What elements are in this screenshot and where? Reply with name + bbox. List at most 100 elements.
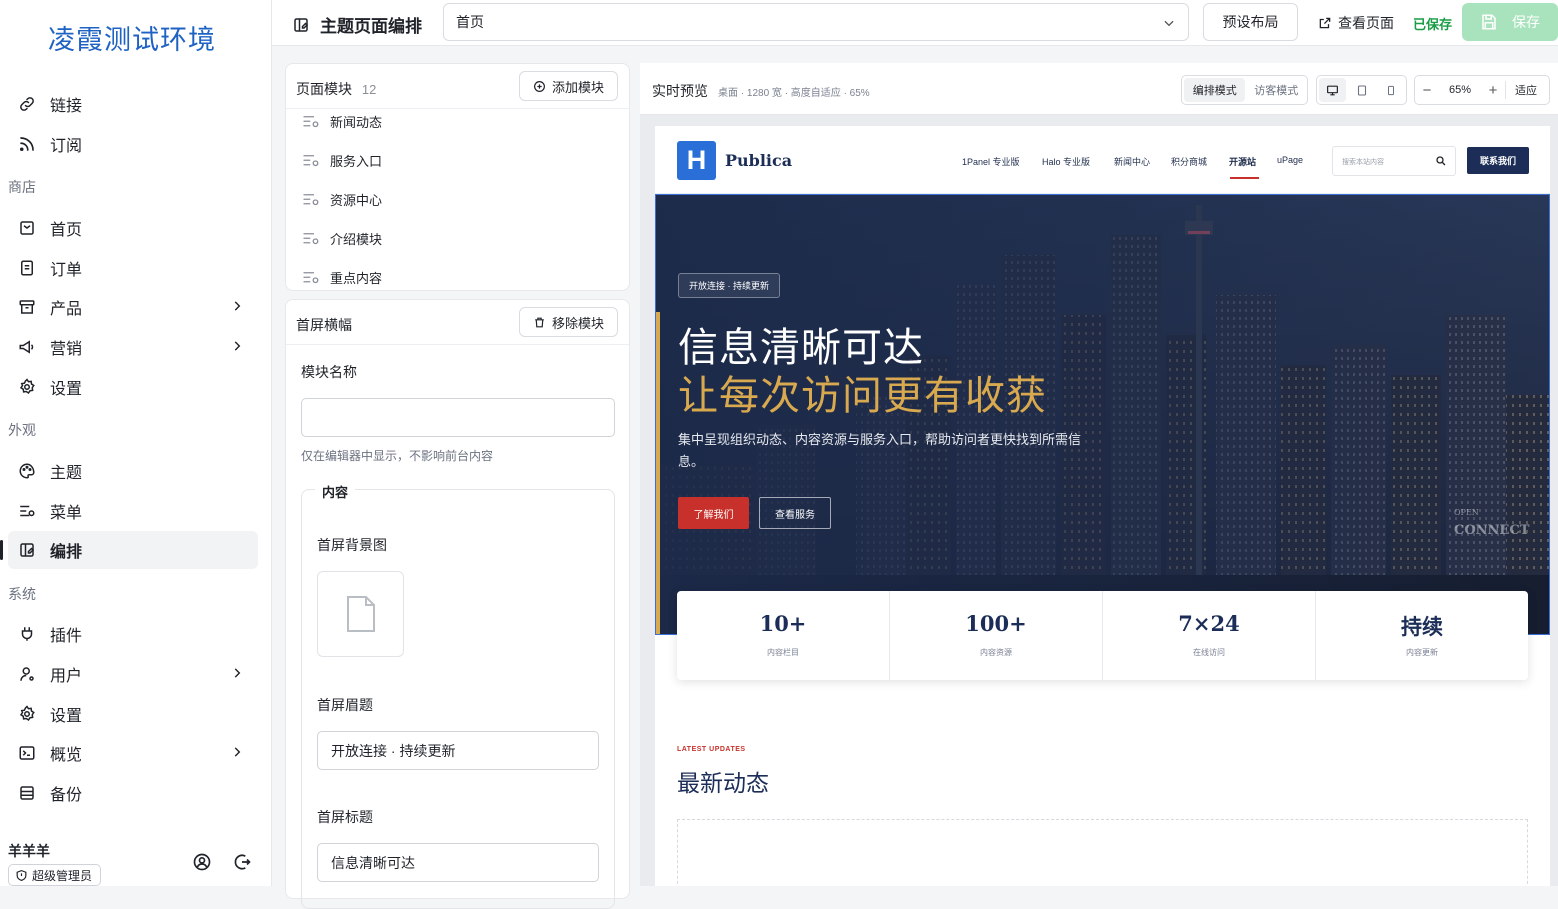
bg-image-picker[interactable] (317, 571, 404, 657)
sidebar-item-users[interactable]: 用户 (8, 655, 258, 693)
site-nav-link[interactable]: 1Panel 专业版 (962, 155, 1020, 168)
desktop-device-button[interactable] (1319, 78, 1346, 102)
hero-secondary-button[interactable]: 查看服务 (759, 497, 831, 529)
add-module-button[interactable]: 添加模块 (519, 71, 618, 101)
preview-meta: 桌面 · 1280 宽 · 高度自适应 · 65% (718, 88, 870, 99)
stat-item: 持续 内容更新 (1316, 591, 1528, 680)
preset-layout-button[interactable]: 预设布局 (1203, 3, 1298, 41)
hero-primary-button[interactable]: 了解我们 (678, 497, 749, 529)
zoom-in-button[interactable]: + (1481, 82, 1505, 99)
eyebrow-input[interactable]: 开放连接 · 持续更新 (317, 731, 599, 770)
zoom-out-button[interactable]: − (1415, 82, 1439, 99)
remove-module-button[interactable]: 移除模块 (519, 307, 618, 337)
site-nav-link[interactable]: uPage (1277, 155, 1303, 165)
sidebar-item-label: 插件 (50, 628, 83, 645)
sidebar-item-label: 营销 (50, 341, 83, 358)
sidebar-item-label: 用户 (50, 668, 83, 685)
stats-bar: 10+ 内容栏目 100+ 内容资源 7×24 在线访问 持续 内容更新 (677, 591, 1528, 680)
profile-button[interactable] (192, 852, 212, 872)
modules-panel: 页面模块 12 添加模块 新闻动态 服务入口 资源中心 介绍模块 重点内容 (285, 63, 630, 291)
sidebar-item-store-settings[interactable]: 设置 (8, 368, 258, 406)
sidebar-item-label: 设置 (50, 708, 83, 725)
sidebar-item-products[interactable]: 产品 (8, 288, 258, 326)
zoom-fit-button[interactable]: 适应 (1506, 82, 1546, 98)
stat-item: 100+ 内容资源 (890, 591, 1103, 680)
sidebar-item-backup[interactable]: 备份 (8, 774, 258, 812)
saved-status: 已保存 (1413, 17, 1453, 32)
site-nav-link[interactable]: 积分商城 (1171, 155, 1207, 168)
site-contact-button[interactable]: 联系我们 (1467, 147, 1529, 174)
module-item[interactable]: 服务入口 (302, 151, 382, 170)
sidebar-item-overview[interactable]: 概览 (8, 734, 258, 772)
sidebar-item-label: 订单 (50, 262, 83, 279)
site-nav-link-active[interactable]: 开源站 (1229, 155, 1256, 168)
link-icon (16, 93, 38, 115)
tablet-icon (1357, 84, 1366, 96)
sidebar-item-menus[interactable]: 菜单 (8, 492, 258, 530)
sidebar-item-marketing[interactable]: 营销 (8, 328, 258, 366)
archive-icon (16, 296, 38, 318)
sidebar-item-label: 订阅 (50, 138, 83, 155)
sidebar-item-orders[interactable]: 订单 (8, 249, 258, 287)
sidebar-item-layout[interactable]: 编排 (0, 531, 258, 569)
module-item[interactable]: 新闻动态 (302, 112, 382, 131)
file-placeholder-icon (346, 596, 375, 632)
user-role-badge: 超级管理员 (8, 864, 102, 886)
logout-icon (234, 854, 251, 870)
mode-visitor-tab[interactable]: 访客模式 (1247, 78, 1305, 102)
modules-panel-title-text: 页面模块 (296, 81, 352, 97)
remove-module-label: 移除模块 (551, 315, 604, 331)
tablet-device-button[interactable] (1348, 78, 1375, 102)
module-name-input[interactable] (301, 398, 615, 437)
module-item-label: 介绍模块 (330, 232, 383, 247)
save-label: 保存 (1512, 14, 1540, 30)
chevron-right-icon (230, 339, 244, 353)
mode-edit-tab[interactable]: 编排模式 (1184, 78, 1246, 102)
palette-icon (16, 460, 38, 482)
page-select-value: 首页 (456, 14, 484, 30)
plug-icon (16, 623, 38, 645)
sidebar-item-system-settings[interactable]: 设置 (8, 695, 258, 733)
logout-button[interactable] (232, 852, 252, 872)
device-toggle (1316, 75, 1407, 105)
nav-group-title: 系统 (8, 586, 36, 602)
hero-title-line2: 让每次访问更有收获 (678, 373, 1047, 419)
rss-icon (16, 133, 38, 155)
module-item-label: 服务入口 (330, 154, 383, 169)
site-search[interactable]: 搜索本站内容 (1332, 146, 1456, 176)
module-item-label: 资源中心 (330, 193, 383, 208)
module-item-label: 重点内容 (330, 271, 383, 286)
site-logo-mark: H (677, 141, 716, 180)
headline-input[interactable]: 信息清晰可达 (317, 843, 599, 882)
database-icon (16, 782, 38, 804)
sidebar-item-subscriptions[interactable]: 订阅 (8, 125, 258, 163)
nav-group-title: 外观 (8, 422, 36, 438)
sidebar-item-store-home[interactable]: 首页 (8, 209, 258, 247)
user-icon (16, 663, 38, 685)
mobile-device-button[interactable] (1377, 78, 1404, 102)
external-link-icon (1318, 16, 1332, 30)
modules-panel-title: 页面模块 12 (296, 79, 376, 99)
trash-icon (533, 316, 546, 329)
module-list-icon (302, 231, 320, 247)
user-circle-icon (193, 853, 211, 871)
module-list-icon (302, 114, 320, 130)
site-nav-link[interactable]: Halo 专业版 (1042, 155, 1090, 168)
latest-eyebrow: LATEST UPDATES (677, 746, 746, 753)
module-item[interactable]: 介绍模块 (302, 229, 382, 248)
site-nav-link[interactable]: 新闻中心 (1114, 155, 1150, 168)
sidebar-item-theme[interactable]: 主题 (8, 452, 258, 490)
view-page-link[interactable]: 查看页面 (1318, 13, 1394, 33)
sidebar-item-links[interactable]: 链接 (8, 85, 258, 123)
sidebar-item-plugins[interactable]: 插件 (8, 615, 258, 653)
module-item[interactable]: 重点内容 (302, 268, 382, 287)
divider (286, 108, 629, 109)
module-item[interactable]: 资源中心 (302, 190, 382, 209)
save-button[interactable]: 保存 (1462, 3, 1558, 41)
page-title-text: 主题页面编排 (320, 17, 422, 36)
site-header: H Publica 1Panel 专业版 Halo 专业版 新闻中心 积分商城 … (655, 126, 1550, 194)
page-select[interactable]: 首页 (443, 3, 1189, 41)
sidebar-item-label: 概览 (50, 747, 83, 764)
stat-caption: 内容资源 (980, 648, 1012, 657)
divider (286, 344, 629, 345)
